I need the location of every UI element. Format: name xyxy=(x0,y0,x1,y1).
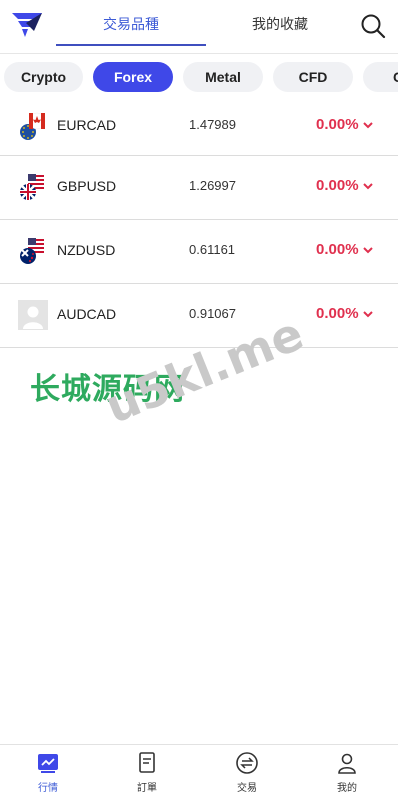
tab-favorites[interactable]: 我的收藏 xyxy=(206,14,354,34)
app-logo-icon[interactable] xyxy=(12,11,44,39)
nav-item-orders[interactable]: 訂單 xyxy=(117,751,177,794)
quote-symbol: EURCAD xyxy=(57,117,117,133)
quote-row-audcad[interactable]: AUDCAD 0.91067 0.00% xyxy=(0,284,398,348)
nav-item-profile[interactable]: 我的 xyxy=(317,751,377,794)
quote-price: 0.91067 xyxy=(189,306,236,321)
top-header: 交易品種 我的收藏 xyxy=(0,0,398,54)
category-pill-forex[interactable]: Forex xyxy=(93,62,173,92)
eurcad-flag-icon xyxy=(20,112,46,140)
chevron-down-icon[interactable] xyxy=(362,119,374,131)
nav-item-market[interactable]: 行情 xyxy=(18,751,78,794)
tab-active-indicator xyxy=(56,44,206,46)
category-bar: Crypto Forex Metal CFD C xyxy=(0,54,398,100)
user-profile-icon xyxy=(338,753,356,774)
nzdusd-flag-icon xyxy=(20,238,44,264)
quote-change: 0.00% xyxy=(316,305,359,322)
gbpusd-flag-icon xyxy=(20,174,44,200)
quote-change: 0.00% xyxy=(316,116,359,133)
quote-symbol: NZDUSD xyxy=(57,242,116,258)
quote-price: 1.47989 xyxy=(189,117,236,132)
quote-symbol: AUDCAD xyxy=(57,306,117,322)
quote-row-gbpusd[interactable]: GBPUSD 1.26997 0.00% xyxy=(0,156,398,220)
market-chart-icon xyxy=(38,754,58,773)
tab-instruments[interactable]: 交易品種 xyxy=(56,14,206,34)
trade-exchange-icon xyxy=(236,752,258,774)
quote-symbol: GBPUSD xyxy=(57,178,117,194)
nav-label: 訂單 xyxy=(137,783,157,794)
quote-price: 1.26997 xyxy=(189,178,236,193)
quote-change: 0.00% xyxy=(316,241,359,258)
nav-label: 我的 xyxy=(337,783,357,794)
category-pill-metal[interactable]: Metal xyxy=(183,62,263,92)
category-pill-next[interactable]: C xyxy=(363,62,398,92)
nav-label: 交易 xyxy=(237,783,257,794)
category-pill-cfd[interactable]: CFD xyxy=(273,62,353,92)
bottom-nav: 行情 訂單 交易 我的 xyxy=(0,744,398,795)
quote-change: 0.00% xyxy=(316,177,359,194)
chevron-down-icon[interactable] xyxy=(362,244,374,256)
quote-row-nzdusd[interactable]: NZDUSD 0.61161 0.00% xyxy=(0,220,398,284)
category-pill-crypto[interactable]: Crypto xyxy=(4,62,83,92)
placeholder-avatar-icon xyxy=(18,300,48,330)
quote-row-eurcad[interactable]: EURCAD 1.47989 0.00% xyxy=(0,100,398,156)
order-document-icon xyxy=(139,752,155,773)
search-icon[interactable] xyxy=(358,11,388,41)
nav-item-trade[interactable]: 交易 xyxy=(217,751,277,794)
quote-price: 0.61161 xyxy=(189,242,236,257)
chevron-down-icon[interactable] xyxy=(362,180,374,192)
nav-label: 行情 xyxy=(38,783,58,794)
chevron-down-icon[interactable] xyxy=(362,308,374,320)
